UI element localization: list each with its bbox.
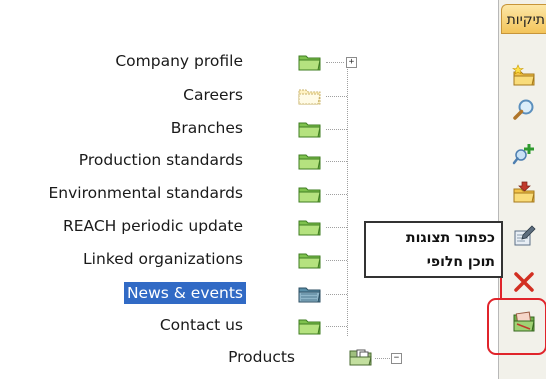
tree-connector (326, 129, 347, 130)
edit-properties-button[interactable] (512, 224, 536, 248)
tree-item-label[interactable]: Branches (168, 117, 246, 139)
folder-documents-icon (349, 349, 372, 366)
folder-icon (298, 55, 321, 71)
tree-connector (326, 194, 347, 195)
tree-item-production-standards[interactable]: Production standards (76, 149, 246, 171)
folder-selected-icon (298, 287, 321, 303)
edit-properties-icon (514, 225, 536, 246)
add-item-button[interactable] (512, 142, 536, 166)
tree-connector (326, 227, 347, 228)
tree-connector (375, 358, 390, 359)
tab-folders[interactable]: תיקיות (501, 4, 546, 34)
tree-item-label[interactable]: Contact us (157, 314, 246, 336)
tree-item-label[interactable]: REACH periodic update (60, 215, 246, 237)
tree-item-branches[interactable]: Branches (168, 117, 246, 139)
tree-item-label[interactable]: Production standards (76, 149, 246, 171)
annotation-callout: כפתור תצוגות תוכן חלופי (364, 221, 503, 278)
move-folder-button[interactable] (512, 180, 536, 204)
delete-button[interactable] (512, 270, 536, 294)
folder-icon (298, 187, 321, 203)
tree-connector (326, 161, 347, 162)
callout-connector (500, 278, 502, 298)
folder-icon (298, 220, 321, 236)
move-folder-icon (513, 181, 535, 203)
expand-toggle[interactable]: + (346, 57, 357, 68)
tree-item-label[interactable]: Company profile (112, 50, 246, 72)
tree-item-reach-periodic-update[interactable]: REACH periodic update (60, 215, 246, 237)
tree-item-contact-us[interactable]: Contact us (157, 314, 246, 336)
tree-item-environmental-standards[interactable]: Environmental standards (45, 182, 246, 204)
callout-line-2: תוכן חלופי (426, 254, 495, 270)
folder-icon (298, 319, 321, 335)
tree-connector (326, 96, 347, 97)
tree-item-label[interactable]: Linked organizations (80, 248, 246, 270)
tree-item-label[interactable]: Products (225, 346, 298, 368)
new-folder-button[interactable] (512, 64, 536, 88)
tree-item-company-profile[interactable]: Company profile (112, 50, 246, 72)
folder-icon (298, 89, 321, 105)
tree-vertical-line (347, 66, 348, 336)
tree-connector (326, 260, 347, 261)
add-item-icon (512, 144, 534, 165)
collapse-toggle[interactable]: − (391, 353, 402, 364)
tree-connector (326, 62, 344, 63)
tree-item-news-events[interactable]: News & events (123, 282, 246, 304)
folder-icon (298, 122, 321, 138)
new-folder-icon (512, 64, 535, 86)
highlight-frame (487, 298, 546, 355)
tree-item-label[interactable]: News & events (123, 282, 246, 304)
tree-item-linked-organizations[interactable]: Linked organizations (80, 248, 246, 270)
callout-line-1: כפתור תצוגות (406, 230, 495, 246)
tree-item-products[interactable]: Products (225, 346, 298, 368)
tree-connector (326, 294, 347, 295)
folder-icon (298, 154, 321, 170)
folder-tree: Company profile + Careers Branches Produ… (0, 0, 498, 379)
search-icon (513, 99, 534, 120)
tree-item-label[interactable]: Careers (180, 84, 246, 106)
folder-icon (298, 253, 321, 269)
search-button[interactable] (512, 98, 536, 122)
tree-item-label[interactable]: Environmental standards (45, 182, 246, 204)
tree-connector (326, 326, 347, 327)
delete-icon (514, 272, 534, 292)
tree-item-careers[interactable]: Careers (180, 84, 246, 106)
